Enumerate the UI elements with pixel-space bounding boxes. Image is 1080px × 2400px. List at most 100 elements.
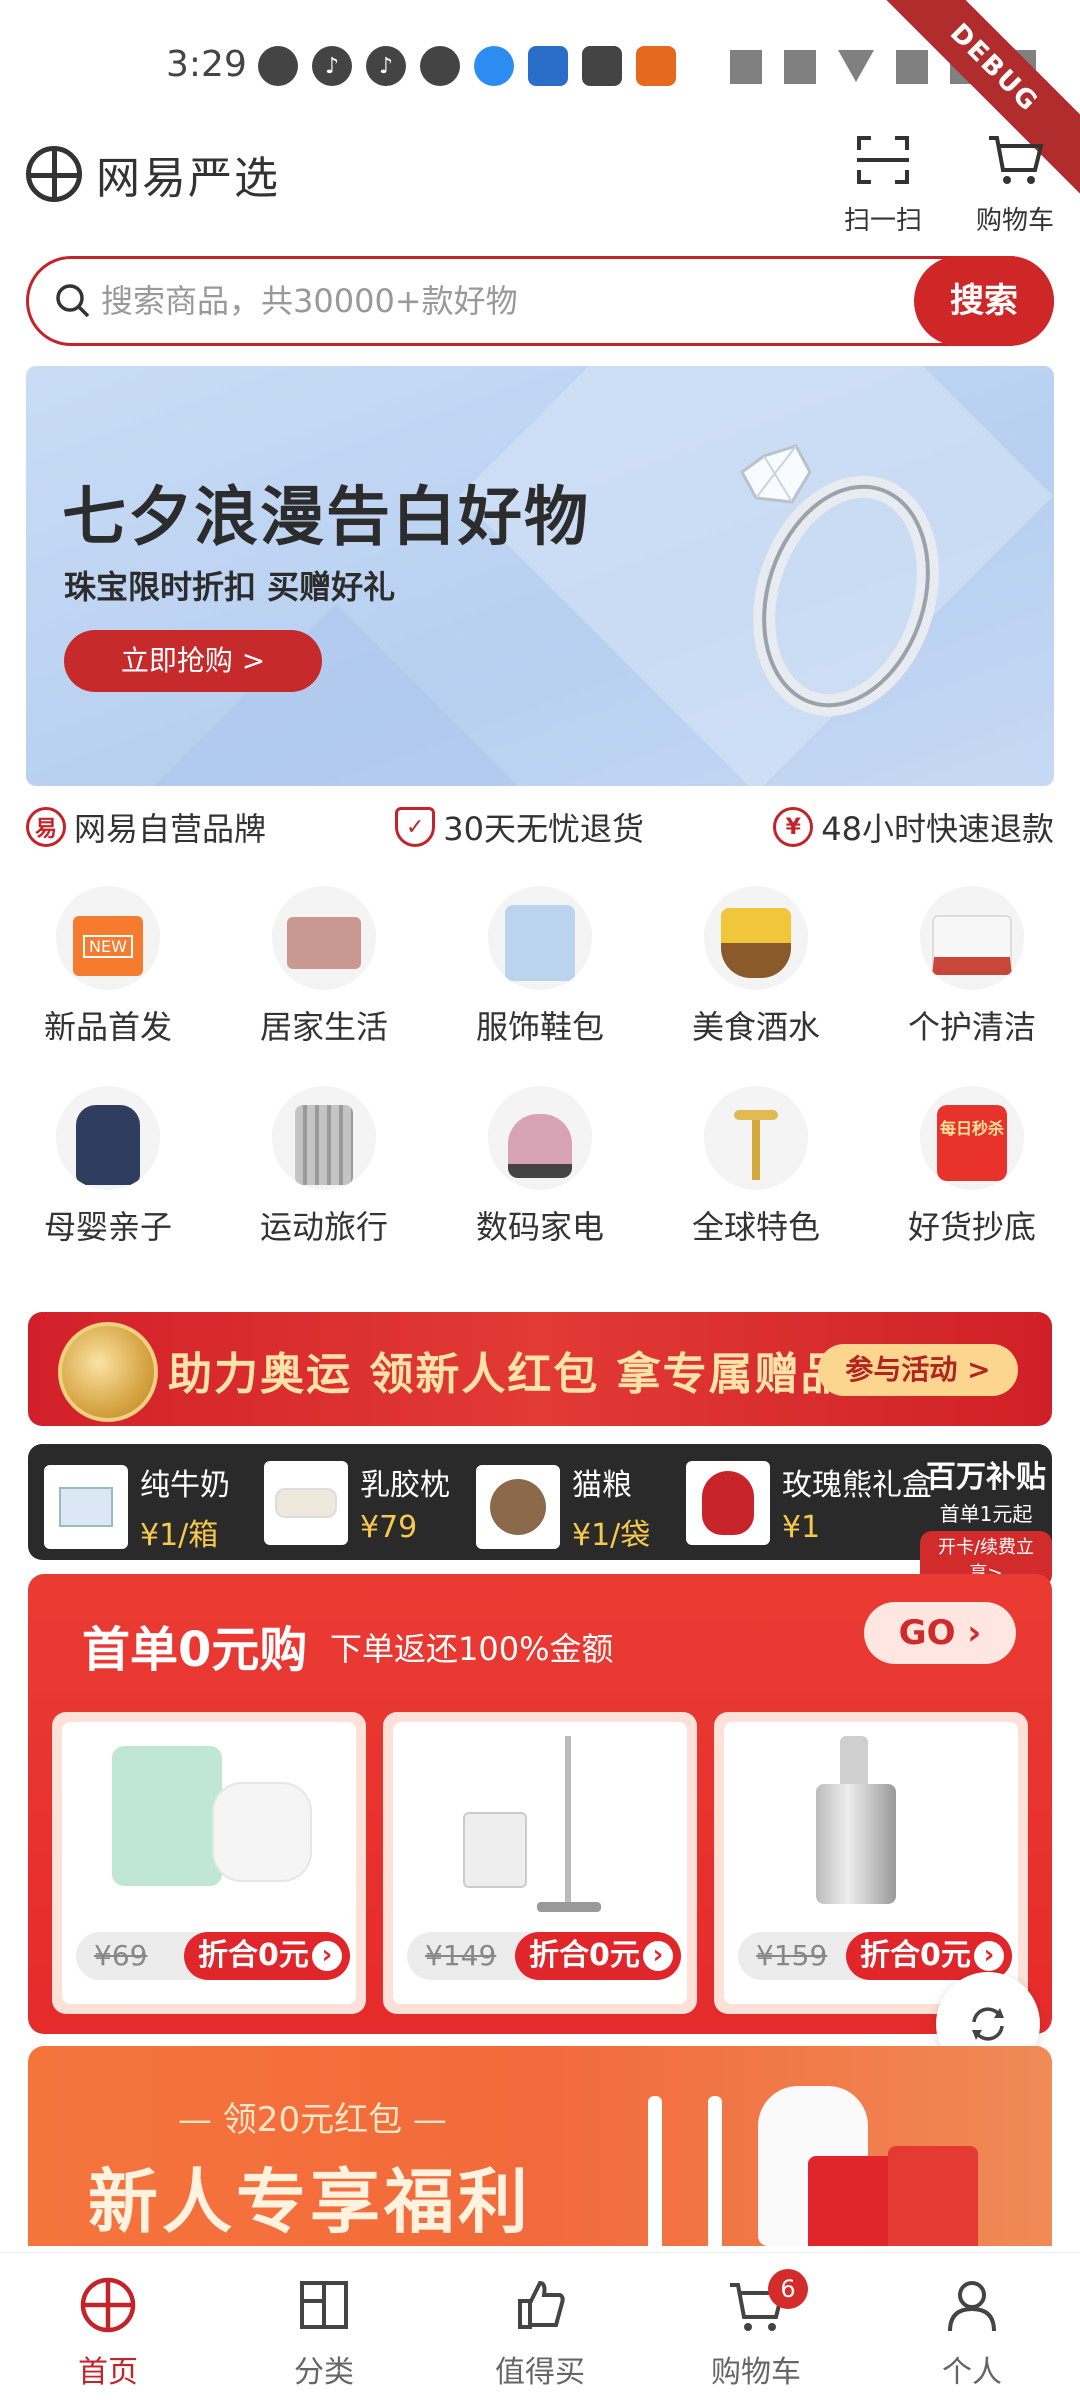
olympic-text: 助力奥运 领新人红包 拿专属赠品 — [168, 1349, 847, 1400]
scan-icon — [857, 136, 909, 184]
home-icon — [80, 2277, 136, 2333]
million-subsidy[interactable]: 百万补贴 首单1元起 开卡/续费立享> — [920, 1452, 1052, 1587]
join-activity-button[interactable]: 参与活动 > — [818, 1344, 1018, 1396]
deal-price: ¥1/袋 — [572, 1518, 651, 1553]
rose-bear-icon — [686, 1460, 770, 1545]
category-label: 美食酒水 — [691, 1008, 820, 1046]
promo-banner[interactable]: 七夕浪漫告白好物 珠宝限时折扣 买赠好礼 立即抢购 > — [26, 366, 1054, 786]
promise-item: 易 网易自营品牌 — [26, 804, 266, 850]
deal-item[interactable]: 玫瑰熊礼盒 ¥1 — [686, 1460, 932, 1545]
service-promises: 易 网易自营品牌 ✓ 30天无忧退货 ¥ 48小时快速退款 — [26, 800, 1054, 854]
vibrate-icon — [784, 50, 816, 84]
olympic-campaign-banner[interactable]: 助力奥运 领新人红包 拿专属赠品 参与活动 > — [28, 1312, 1052, 1426]
tab-home[interactable]: 首页 — [0, 2253, 216, 2400]
tab-worth-buying[interactable]: 值得买 — [432, 2253, 648, 2400]
app-header: 网易严选 扫一扫 购物车 — [0, 132, 1080, 248]
deal-item[interactable]: 猫粮 ¥1/袋 — [476, 1460, 650, 1554]
tab-cart[interactable]: 6 购物车 — [648, 2253, 864, 2400]
subsidy-subtitle: 首单1元起 — [939, 1502, 1033, 1526]
daily-sale-text: 每日秒杀 — [937, 1105, 1007, 1181]
banner-subtitle: 珠宝限时折扣 买赠好礼 — [64, 568, 396, 606]
deal-name: 乳胶枕 — [360, 1468, 450, 1503]
category-digital[interactable]: 数码家电 — [432, 1078, 648, 1248]
subsidy-strip[interactable]: 纯牛奶 ¥1/箱 乳胶枕 ¥79 猫粮 ¥1/袋 玫瑰熊礼盒 ¥1 百万补贴 首单1元起… — [28, 1444, 1052, 1587]
product-card[interactable]: ¥149 折合0元 — [383, 1712, 697, 2014]
newcomer-banner[interactable]: — 领20元红包 — 新人专享福利 — [28, 2046, 1052, 2246]
app-notif-icon — [528, 46, 568, 86]
game-notif-icon — [636, 46, 676, 86]
wifi-icon — [838, 50, 874, 82]
deal-item[interactable]: 乳胶枕 ¥79 — [264, 1460, 450, 1545]
promise-text: 30天无忧退货 — [443, 810, 644, 848]
bottom-tab-bar: 首页 分类 值得买 6 购物车 个人 — [0, 2252, 1080, 2400]
category-bargain[interactable]: 每日秒杀 好货抄底 — [864, 1078, 1080, 1248]
medal-icon — [58, 1322, 158, 1422]
category-new[interactable]: NEW 新品首发 — [0, 878, 216, 1048]
tab-label: 个人 — [942, 2355, 1002, 2390]
search-input[interactable] — [101, 273, 921, 329]
red-envelope-image — [888, 2146, 978, 2246]
new-bag-icon: NEW — [56, 886, 160, 990]
diaper-bag-image — [112, 1746, 222, 1886]
product-card[interactable]: ¥159 折合0元 — [714, 1712, 1028, 2014]
category-home[interactable]: 居家生活 — [216, 878, 432, 1048]
tiktok-icon: ♪ — [312, 46, 352, 86]
notification-icons: ♪ ♪ — [258, 46, 676, 86]
cat-food-icon — [476, 1465, 560, 1549]
bed-icon — [272, 886, 376, 990]
scan-label: 扫一扫 — [843, 206, 922, 236]
tab-category[interactable]: 分类 — [216, 2253, 432, 2400]
category-food[interactable]: 美食酒水 — [648, 878, 864, 1048]
deal-item[interactable]: 纯牛奶 ¥1/箱 — [44, 1460, 230, 1554]
cart-badge: 6 — [768, 2269, 808, 2309]
deal-name: 纯牛奶 — [140, 1468, 230, 1503]
search-button[interactable]: 搜索 — [914, 256, 1054, 346]
search-icon — [56, 284, 90, 318]
category-global[interactable]: 全球特色 — [648, 1078, 864, 1248]
nfc-icon — [730, 50, 762, 84]
subsidy-title: 百万补贴 — [926, 1460, 1046, 1495]
roller-icon — [704, 1086, 808, 1190]
shirt-icon — [488, 886, 592, 990]
yanxuan-logo-icon — [26, 146, 82, 202]
category-baby[interactable]: 母婴亲子 — [0, 1078, 216, 1248]
mop-image — [565, 1736, 571, 1906]
category-label: 母婴亲子 — [43, 1208, 172, 1246]
cart-icon — [989, 136, 1044, 184]
product-card[interactable]: ¥69 折合0元 — [52, 1712, 366, 2014]
signal-icon — [896, 50, 928, 84]
cart-button[interactable]: 购物车 — [960, 132, 1070, 237]
red-envelope-image — [808, 2156, 898, 2246]
newcomer-coupon-text: — 领20元红包 — — [178, 2100, 447, 2140]
refresh-icon — [972, 2007, 1004, 2041]
deal-price: ¥1/箱 — [140, 1518, 219, 1553]
diaper-image — [212, 1782, 312, 1882]
toothbrush-image — [708, 2096, 722, 2246]
scan-button[interactable]: 扫一扫 — [828, 132, 938, 237]
category-icon — [300, 2281, 348, 2329]
brand-logo[interactable]: 网易严选 — [26, 142, 280, 206]
category-sports-travel[interactable]: 运动旅行 — [216, 1078, 432, 1248]
go-button[interactable]: GO › — [864, 1602, 1016, 1664]
milk-icon — [44, 1465, 128, 1549]
buy-now-button[interactable]: 立即抢购 > — [64, 630, 322, 692]
tab-label: 首页 — [78, 2355, 138, 2390]
category-care[interactable]: 个护清洁 — [864, 878, 1080, 1048]
tab-label: 值得买 — [495, 2355, 585, 2390]
tab-label: 分类 — [294, 2355, 354, 2390]
wallet-icon — [582, 46, 622, 86]
deal-price-button[interactable]: 折合0元 — [515, 1932, 681, 1980]
deal-name: 玫瑰熊礼盒 — [782, 1468, 932, 1503]
vacuum-icon — [488, 1086, 592, 1190]
daily-sale-icon: 每日秒杀 — [920, 1086, 1024, 1190]
first-order-subtitle: 下单返还100%金额 — [330, 1630, 614, 1668]
category-apparel[interactable]: 服饰鞋包 — [432, 878, 648, 1048]
category-label: 新品首发 — [43, 1008, 172, 1046]
mop-bucket-image — [463, 1812, 527, 1888]
search-bar[interactable]: 搜索 — [26, 256, 1054, 346]
deal-price-button[interactable]: 折合0元 — [184, 1932, 350, 1980]
notification-icon — [258, 46, 298, 86]
tab-profile[interactable]: 个人 — [864, 2253, 1080, 2400]
newcomer-title: 新人专享福利 — [88, 2161, 532, 2243]
tiktok-icon: ♪ — [366, 46, 406, 86]
